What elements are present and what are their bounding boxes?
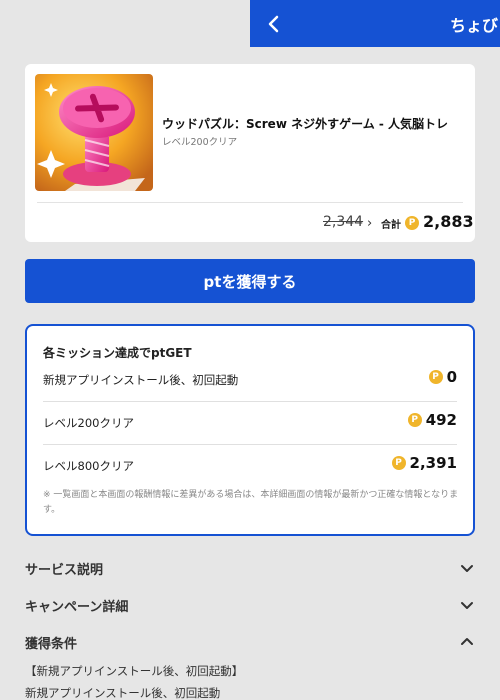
- mission-points-value: 492: [425, 411, 457, 429]
- mission-note: ※ 一覧画面と本画面の報酬情報に差異がある場合は、本詳細画面の情報が最新かつ正確…: [43, 490, 459, 515]
- mission-label: レベル200クリア: [43, 416, 134, 430]
- section-acquisition-conditions[interactable]: 獲得条件: [25, 629, 475, 655]
- section-campaign-details[interactable]: キャンペーン詳細: [25, 592, 475, 618]
- mission-row: 新規アプリインストール後、初回起動 P 0: [43, 360, 457, 402]
- old-points: 2,344: [323, 214, 364, 230]
- point-coin-icon: P: [428, 370, 443, 384]
- mission-label: レベル800クリア: [43, 459, 134, 473]
- mission-label: 新規アプリインストール後、初回起動: [43, 373, 239, 387]
- mission-box: 各ミッション達成でptGET 新規アプリインストール後、初回起動 P 0 レベル…: [25, 324, 475, 536]
- point-coin-icon: P: [405, 216, 419, 230]
- mission-points: P 492: [407, 411, 457, 429]
- mission-points: P 0: [428, 368, 457, 386]
- header-title: ちょびリッチ: [450, 16, 500, 35]
- point-coin-icon: P: [391, 456, 406, 470]
- app-card: ウッドパズル：Screw ネジ外すゲーム - 人気脳トレ レベル200クリア 2…: [25, 64, 475, 242]
- chevron-left-icon: [268, 15, 279, 32]
- section-label: サービス説明: [25, 562, 104, 578]
- chevron-down-icon: [461, 565, 473, 572]
- section-label: 獲得条件: [25, 636, 78, 652]
- point-coin-icon: P: [407, 413, 422, 427]
- app-subtitle: レベル200クリア: [162, 137, 238, 148]
- chevron-down-icon: [461, 602, 473, 609]
- condition-text: 新規アプリインストール後、初回起動: [25, 686, 221, 700]
- header-bar: ちょびリッチ: [250, 0, 500, 47]
- total-points: 2,883: [423, 212, 474, 231]
- mission-row: レベル800クリア P 2,391: [43, 446, 457, 488]
- section-service-description[interactable]: サービス説明: [25, 555, 475, 581]
- mission-points-value: 0: [446, 368, 457, 386]
- divider: [37, 202, 463, 203]
- total-label: 合計: [381, 220, 401, 231]
- mission-row: レベル200クリア P 492: [43, 403, 457, 445]
- app-icon[interactable]: [35, 74, 153, 191]
- mission-points-value: 2,391: [409, 454, 457, 472]
- app-name: ウッドパズル：Screw ネジ外すゲーム - 人気脳トレ: [162, 117, 449, 131]
- chevron-right-icon: ›: [367, 216, 373, 231]
- section-label: キャンペーン詳細: [25, 599, 129, 615]
- condition-heading: 【新規アプリインストール後、初回起動】: [25, 664, 244, 678]
- back-button[interactable]: [250, 0, 298, 47]
- chevron-up-icon: [461, 638, 473, 645]
- mission-points: P 2,391: [391, 454, 457, 472]
- mission-title: 各ミッション達成でptGET: [43, 346, 192, 360]
- get-points-button[interactable]: ptを獲得する: [25, 259, 475, 303]
